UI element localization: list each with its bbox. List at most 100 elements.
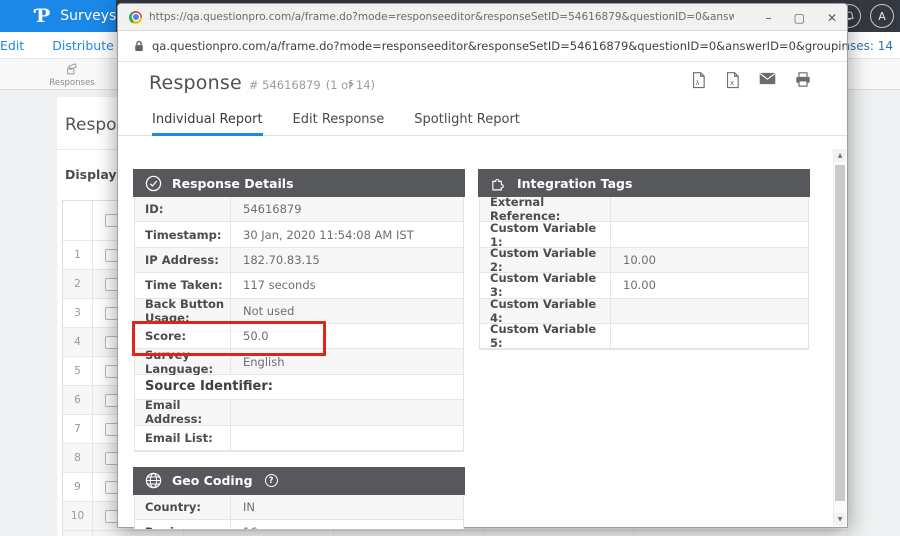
detail-value: 30 Jan, 2020 11:54:08 AM IST xyxy=(231,228,414,242)
help-icon[interactable]: ? xyxy=(265,474,278,487)
geo-label: Region: xyxy=(135,520,231,529)
row-number: 7 xyxy=(63,415,93,443)
detail-row: Time Taken: 117 seconds xyxy=(135,273,463,298)
next-response-button[interactable]: › xyxy=(348,74,354,93)
geo-coding-header: Geo Coding ? xyxy=(133,467,465,495)
maximize-button[interactable]: ▢ xyxy=(794,12,805,24)
detail-label: Time Taken: xyxy=(135,273,231,297)
detail-row: Source Identifier: xyxy=(135,375,463,400)
close-button[interactable]: ✕ xyxy=(827,12,837,24)
table-row-partial xyxy=(63,531,845,536)
detail-row: Email List: xyxy=(135,426,463,451)
geo-value: 16 xyxy=(231,525,258,529)
integration-label: Custom Variable 5: xyxy=(480,324,611,348)
check-circle-icon xyxy=(145,175,162,192)
row-number: 9 xyxy=(63,473,93,501)
integration-row: Custom Variable 4: xyxy=(480,299,808,324)
integration-row: Custom Variable 5: xyxy=(480,324,808,349)
detail-row: ID: 54616879 xyxy=(135,197,463,222)
vertical-scrollbar[interactable]: ▲ ▼ xyxy=(833,149,846,526)
globe-icon xyxy=(145,472,162,489)
integration-tags-table: External Reference: Custom Variable 1: C… xyxy=(479,197,809,350)
report-content: Response Details ID: 54616879 Timestamp:… xyxy=(118,136,847,529)
menu-item[interactable]: Distribute xyxy=(52,38,114,53)
integration-label: Custom Variable 1: xyxy=(480,222,611,246)
svg-text:λ: λ xyxy=(696,79,700,87)
questionpro-logo[interactable]: Ƥ xyxy=(36,5,50,27)
row-number: 1 xyxy=(63,241,93,269)
tab[interactable]: Individual Report xyxy=(152,103,263,136)
geo-value: IN xyxy=(231,500,255,514)
response-details-header: Response Details xyxy=(133,169,465,197)
detail-value: 117 seconds xyxy=(231,278,316,292)
detail-row: Back Button Usage: Not used xyxy=(135,299,463,324)
responses-pages-icon xyxy=(64,62,80,77)
address-url: qa.questionpro.com/a/frame.do?mode=respo… xyxy=(152,39,847,53)
scroll-down-arrow[interactable]: ▼ xyxy=(834,513,846,526)
left-column: Response Details ID: 54616879 Timestamp:… xyxy=(134,169,464,529)
chrome-icon xyxy=(129,11,142,24)
toolbar-item-label: Responses xyxy=(48,78,96,88)
detail-label: Timestamp: xyxy=(135,222,231,246)
email-icon[interactable] xyxy=(759,72,776,85)
detail-row: IP Address: 182.70.83.15 xyxy=(135,248,463,273)
response-details-table: ID: 54616879 Timestamp: 30 Jan, 2020 11:… xyxy=(134,197,464,452)
address-bar[interactable]: qa.questionpro.com/a/frame.do?mode=respo… xyxy=(118,31,847,62)
row-number-header xyxy=(63,201,93,240)
avatar[interactable]: A xyxy=(870,4,894,28)
detail-label: Score: xyxy=(135,324,231,348)
detail-value: English xyxy=(231,355,285,369)
geo-row: Region: 16 xyxy=(135,520,463,529)
export-actions: λ x xyxy=(691,72,811,89)
integration-label: Custom Variable 4: xyxy=(480,299,611,323)
scroll-up-arrow[interactable]: ▲ xyxy=(834,149,846,162)
puzzle-icon xyxy=(490,175,507,192)
tab[interactable]: Spotlight Report xyxy=(414,103,520,136)
detail-label: Source Identifier: xyxy=(135,375,463,399)
section-title: Geo Coding xyxy=(172,473,253,488)
tab[interactable]: Edit Response xyxy=(293,103,385,136)
product-label: Surveys xyxy=(60,8,116,24)
detail-row: Score: 50.0 xyxy=(135,324,463,349)
lock-icon xyxy=(134,40,144,52)
screen: Ƥ Surveys ▾ A EditDistribute Responses: … xyxy=(0,0,900,536)
detail-value: Not used xyxy=(231,304,294,318)
row-number: 5 xyxy=(63,357,93,385)
minimize-button[interactable]: – xyxy=(766,12,772,24)
right-column: Integration Tags External Reference: Cus… xyxy=(479,169,809,365)
detail-label: IP Address: xyxy=(135,248,231,272)
detail-row: Timestamp: 30 Jan, 2020 11:54:08 AM IST xyxy=(135,222,463,247)
menu-item[interactable]: Edit xyxy=(0,38,24,53)
row-number: 10 xyxy=(63,502,93,530)
row-number: 4 xyxy=(63,328,93,356)
detail-label: Email Address: xyxy=(135,400,231,424)
response-title: Response xyxy=(149,72,242,94)
detail-row: Survey Language: English xyxy=(135,349,463,374)
integration-row: Custom Variable 1: xyxy=(480,222,808,247)
section-title: Integration Tags xyxy=(517,176,632,191)
excel-export-icon[interactable]: x xyxy=(725,72,740,89)
detail-value: 50.0 xyxy=(231,329,269,343)
row-number: 2 xyxy=(63,270,93,298)
detail-label: Email List: xyxy=(135,426,231,450)
row-number: 6 xyxy=(63,386,93,414)
detail-row: Email Address: xyxy=(135,400,463,425)
integration-tags-header: Integration Tags xyxy=(478,169,810,197)
integration-row: Custom Variable 3: 10.00 xyxy=(480,273,808,298)
row-number: 3 xyxy=(63,299,93,327)
toolbar-item-responses[interactable]: Responses xyxy=(48,61,96,88)
window-title-bar[interactable]: https://qa.questionpro.com/a/frame.do?mo… xyxy=(118,4,847,31)
svg-text:x: x xyxy=(730,78,734,87)
geo-label: Country: xyxy=(135,495,231,519)
pdf-export-icon[interactable]: λ xyxy=(691,72,706,89)
detail-label: ID: xyxy=(135,197,231,221)
integration-label: Custom Variable 2: xyxy=(480,248,611,272)
scrollbar-thumb[interactable] xyxy=(835,165,845,501)
menu-items: Edit Distribute xyxy=(0,35,114,54)
print-icon[interactable] xyxy=(795,72,811,87)
integration-row: Custom Variable 2: 10.00 xyxy=(480,248,808,273)
response-editor-window: https://qa.questionpro.com/a/frame.do?mo… xyxy=(117,3,848,528)
geo-coding-table: Country: IN Region: 16 xyxy=(134,495,464,529)
integration-label: External Reference: xyxy=(480,197,611,221)
report-tabs: Individual Report Edit Response Spotlight … xyxy=(118,103,847,136)
